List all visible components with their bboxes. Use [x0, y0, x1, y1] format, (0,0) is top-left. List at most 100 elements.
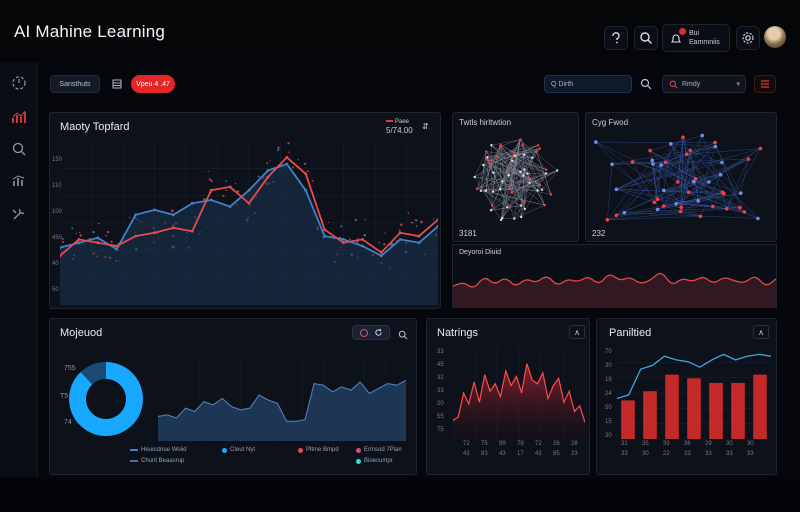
chevron-down-icon: ▾ [736, 81, 740, 88]
network-node [674, 202, 678, 206]
search-submit-button[interactable] [638, 75, 654, 93]
particle-point [407, 212, 410, 214]
network-node [549, 193, 553, 196]
collapse-button[interactable]: ∧ [753, 325, 769, 339]
network-node [506, 206, 509, 209]
legend-label: Ermsod 7Plan [364, 447, 402, 453]
particle-point [234, 182, 237, 185]
network-node [523, 153, 526, 156]
help-icon[interactable] [604, 26, 628, 50]
sidebar-item-analytics[interactable] [10, 108, 28, 126]
y-tick-label: 50 [605, 405, 612, 411]
x-tick-label: 30 [747, 441, 754, 447]
particle-point [225, 180, 227, 182]
network-small-label: Twtls hirltwtion [459, 118, 512, 127]
data-point [209, 188, 213, 192]
network-node [711, 204, 715, 209]
legend-item-3: Cteut Nyt [222, 447, 255, 453]
network-node [544, 172, 548, 175]
network-node [526, 172, 529, 175]
legend-swatch [356, 458, 361, 464]
x-tick-label: 30 [642, 451, 649, 457]
particle-point [398, 229, 401, 232]
live-badge-button[interactable]: Vpeu 4 .47 [131, 75, 175, 93]
network-edge [726, 148, 761, 209]
x-tick-label: 26 [553, 441, 560, 447]
particle-point [75, 232, 77, 235]
network-node [475, 187, 479, 191]
data-point [304, 188, 308, 192]
network-node [521, 143, 524, 146]
particle-point [61, 237, 64, 240]
x-tick-label: 23 [571, 451, 578, 457]
network-node [652, 200, 657, 205]
network-node [679, 205, 683, 210]
sidebar-item-search[interactable] [10, 140, 28, 158]
search-input[interactable]: Q Dirth [544, 75, 632, 93]
particle-point [97, 222, 100, 225]
refresh-icon [374, 328, 382, 336]
search-icon[interactable] [398, 327, 408, 345]
network-node [490, 144, 493, 147]
network-node [648, 148, 652, 153]
network-edge [663, 143, 672, 191]
app-title: AI Mahine Learning [14, 22, 166, 41]
grid-view-button[interactable] [110, 75, 124, 93]
data-point [134, 213, 137, 217]
notification-button[interactable]: Bui Eammniis [662, 24, 730, 52]
collapse-button[interactable]: ∧ [569, 325, 585, 339]
network-node [538, 183, 542, 187]
x-tick-label: 39 [663, 441, 670, 447]
network-edge [502, 217, 515, 219]
network-node [486, 156, 489, 159]
network-edge [491, 145, 493, 206]
sidebar-item-overview[interactable] [10, 74, 28, 92]
particle-point [62, 241, 65, 244]
sidebar-item-tools[interactable] [10, 205, 28, 223]
particle-point [363, 234, 367, 237]
network-node [528, 181, 531, 184]
network-node [528, 177, 531, 180]
network-node [491, 204, 494, 207]
settings-icon[interactable] [736, 26, 760, 50]
refresh-toggle[interactable] [352, 325, 390, 340]
network-node [537, 144, 540, 147]
sidebar-item-reports[interactable] [10, 172, 28, 190]
network-edge [483, 164, 493, 206]
data-point [153, 208, 156, 212]
expand-icon[interactable]: ⇵ [422, 122, 429, 131]
network-node [536, 189, 539, 192]
x-tick-label: 75 [481, 441, 488, 447]
legend-swatch [222, 447, 227, 453]
data-point [323, 228, 326, 231]
particle-point [128, 216, 131, 219]
network-node [651, 162, 655, 166]
filter-button[interactable]: Sansthuts [50, 75, 100, 93]
network-node [691, 179, 696, 184]
legend-item-6: Bioecumpr [356, 458, 393, 464]
search-icon[interactable] [634, 26, 658, 50]
network-node [675, 180, 680, 184]
legend-label: Pltme Bmpd [306, 447, 339, 453]
particle-point [340, 225, 343, 228]
main-chart-panel: Maoty Topfard Paee 5/74.00 ⇵ 150 110 100 45… [49, 112, 441, 309]
network-large-graph [594, 133, 763, 222]
range-select[interactable]: Rmdy ▾ [662, 75, 746, 93]
menu-button[interactable] [754, 75, 776, 93]
network-node [510, 191, 513, 194]
dashboard-icon [12, 76, 26, 90]
network-node [614, 213, 619, 218]
network-node [520, 215, 523, 219]
network-node [535, 150, 538, 153]
analytics-icon [12, 110, 26, 123]
x-tick-label: 17 [517, 451, 524, 457]
y-tick-label: 19 [605, 377, 612, 383]
network-node [686, 190, 691, 194]
legend-item-4: Pltme Bmpd [298, 447, 339, 453]
x-tick-label: 33 [621, 451, 628, 457]
user-avatar[interactable] [764, 26, 786, 48]
network-edge [663, 193, 725, 207]
x-tick-label: 22 [663, 451, 670, 457]
x-tick-label: 72 [535, 441, 542, 447]
data-point [342, 238, 345, 241]
